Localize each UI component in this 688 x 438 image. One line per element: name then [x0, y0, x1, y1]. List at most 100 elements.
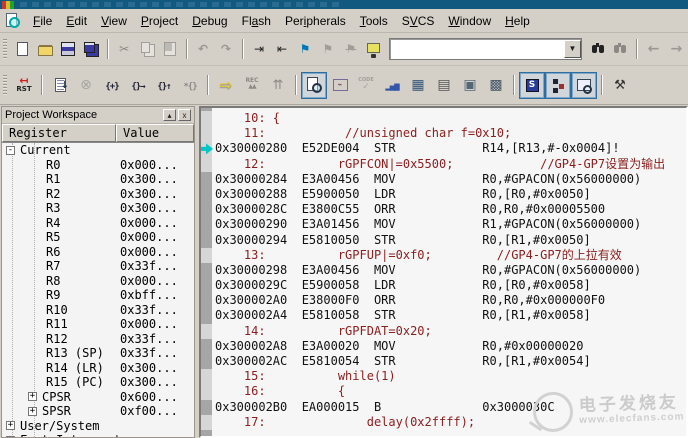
open-file-button[interactable] — [34, 37, 57, 61]
disassembly-line[interactable]: 0x30000294 E5810050 STR R0,[R1,#0x0050] — [215, 233, 686, 248]
register-row-r7[interactable]: R7 0x33f... — [2, 259, 194, 274]
performance-analyzer-button[interactable] — [379, 72, 405, 99]
gutter-block[interactable] — [201, 202, 212, 218]
register-row-r2[interactable]: R2 0x300... — [2, 187, 194, 202]
register-row-spsr[interactable]: + SPSR 0xf00... — [2, 404, 194, 419]
register-row-r3[interactable]: R3 0x300... — [2, 201, 194, 216]
source-line[interactable]: 11: //unsigned char f=0x10; — [215, 126, 686, 141]
gutter-block[interactable] — [201, 232, 212, 248]
code-coverage-button[interactable] — [353, 72, 379, 99]
column-header-value[interactable]: Value — [116, 124, 194, 142]
panel-collapse-button[interactable]: ▴ — [163, 109, 176, 121]
gutter-block[interactable] — [201, 278, 212, 294]
forward-button[interactable] — [665, 37, 688, 61]
disassembly-line[interactable]: 0x30000288 E5900050 LDR R0,[R0,#0x0050] — [215, 187, 686, 202]
source-line[interactable]: 14: rGPFDAT=0x20; — [215, 324, 686, 339]
save-all-button[interactable] — [80, 37, 103, 61]
source-line[interactable]: 16: { — [215, 384, 686, 399]
toolbar-drag-handle[interactable] — [3, 39, 7, 59]
source-line[interactable]: 15: while(1) — [215, 369, 686, 384]
register-row-current[interactable]: - Current — [2, 143, 194, 158]
register-row-r15-pc-[interactable]: R15 (PC) 0x300... — [2, 375, 194, 390]
cut-button[interactable] — [113, 37, 136, 61]
register-row-r14-lr-[interactable]: R14 (LR) 0x300... — [2, 361, 194, 376]
gutter-block[interactable] — [201, 414, 212, 430]
disassembly-line[interactable]: 0x3000029C E5900058 LDR R0,[R0,#0x0058] — [215, 278, 686, 293]
gutter-block[interactable] — [201, 247, 212, 263]
register-row-cpsr[interactable]: + CPSR 0x600... — [2, 390, 194, 405]
menu-help[interactable]: Help — [498, 11, 537, 31]
register-row-r0[interactable]: R0 0x000... — [2, 158, 194, 173]
panel-close-button[interactable]: x — [178, 109, 191, 121]
menu-tools[interactable]: Tools — [353, 11, 395, 31]
source-line[interactable]: 12: rGPFCON|=0x5500; //GP4-GP7设置为输出 — [215, 157, 686, 172]
reset-cpu-button[interactable] — [11, 72, 37, 99]
menu-peripherals[interactable]: Peripherals — [278, 11, 353, 31]
show-next-statement-button[interactable] — [213, 72, 239, 99]
expand-toggle-icon[interactable]: + — [28, 392, 37, 402]
disassembly-line[interactable]: 0x30000290 E3A01456 MOV R1,#GPACON(0x560… — [215, 217, 686, 232]
gutter-block[interactable] — [201, 323, 212, 339]
unindent-button[interactable] — [271, 37, 294, 61]
indent-button[interactable] — [248, 37, 271, 61]
undo-button[interactable] — [192, 37, 215, 61]
register-row-r1[interactable]: R1 0x300... — [2, 172, 194, 187]
step-out-button[interactable] — [151, 72, 177, 99]
register-row-r12[interactable]: R12 0x33f... — [2, 332, 194, 347]
gutter-block[interactable] — [201, 126, 212, 142]
watch-window-button[interactable] — [571, 71, 597, 99]
back-button[interactable] — [642, 37, 665, 61]
gutter-block[interactable] — [201, 171, 212, 187]
menu-project[interactable]: Project — [134, 11, 185, 31]
gutter-block[interactable] — [201, 384, 212, 400]
register-row-user-system[interactable]: + User/System — [2, 419, 194, 434]
toggle-bookmark-button[interactable] — [293, 37, 316, 61]
expand-toggle-icon[interactable]: + — [6, 435, 15, 437]
step-into-button[interactable] — [99, 72, 125, 99]
disassembly-window-button[interactable] — [301, 71, 327, 99]
gutter-block[interactable] — [201, 338, 212, 354]
gutter-block[interactable] — [201, 354, 212, 370]
expand-toggle-icon[interactable]: + — [6, 421, 15, 431]
register-row-r4[interactable]: R4 0x000... — [2, 216, 194, 231]
disassembly-line[interactable]: 0x30000280 E52DE004 STR R14,[R13,#-0x000… — [215, 141, 686, 156]
column-header-register[interactable]: Register — [2, 124, 116, 142]
gutter-block[interactable] — [201, 156, 212, 172]
gutter-block[interactable] — [201, 308, 212, 324]
stack-frame-button[interactable] — [265, 72, 291, 99]
disassembly-line[interactable]: 0x300002B0 EA000015 B 0x3000030C — [215, 400, 686, 415]
find-in-files-button[interactable] — [609, 37, 632, 61]
analyzer-window-button[interactable] — [327, 72, 353, 99]
next-bookmark-button[interactable] — [316, 37, 339, 61]
gutter-block[interactable] — [201, 217, 212, 233]
toolbox-button[interactable] — [457, 72, 483, 99]
menu-debug[interactable]: Debug — [185, 11, 234, 31]
menu-window[interactable]: Window — [441, 11, 498, 31]
register-row-r10[interactable]: R10 0x33f... — [2, 303, 194, 318]
register-row-r9[interactable]: R9 0xbff... — [2, 288, 194, 303]
find-in-target-button[interactable] — [362, 37, 385, 61]
gutter-block[interactable] — [201, 111, 212, 127]
record-button[interactable] — [239, 72, 265, 99]
register-row-r13-sp-[interactable]: R13 (SP) 0x33f... — [2, 346, 194, 361]
menu-flash[interactable]: Flash — [235, 11, 278, 31]
disassembly-line[interactable]: 0x300002A8 E3A00020 MOV R0,#0x00000020 — [215, 339, 686, 354]
tools-hammer-button[interactable] — [607, 72, 633, 99]
copy-button[interactable] — [136, 37, 159, 61]
register-row-r5[interactable]: R5 0x000... — [2, 230, 194, 245]
menu-view[interactable]: View — [94, 11, 134, 31]
paste-button[interactable] — [159, 37, 182, 61]
step-over-button[interactable] — [125, 72, 151, 99]
memory-window-button[interactable] — [405, 72, 431, 99]
symbols-window-button[interactable] — [519, 71, 545, 99]
register-row-r11[interactable]: R11 0x000... — [2, 317, 194, 332]
toolbar-drag-handle[interactable] — [3, 75, 7, 95]
redo-button[interactable] — [215, 37, 238, 61]
serial-window-button[interactable] — [431, 72, 457, 99]
find-input[interactable] — [390, 41, 565, 57]
disassembly-line[interactable]: 0x300002A4 E5810058 STR R0,[R1,#0x0058] — [215, 308, 686, 323]
halt-button[interactable] — [73, 72, 99, 99]
gutter-block[interactable] — [201, 293, 212, 309]
source-line[interactable]: 13: rGPFUP|=0xf0; //GP4-GP7的上拉有效 — [215, 248, 686, 263]
source-line[interactable]: 17: delay(0x2ffff); — [215, 415, 686, 430]
